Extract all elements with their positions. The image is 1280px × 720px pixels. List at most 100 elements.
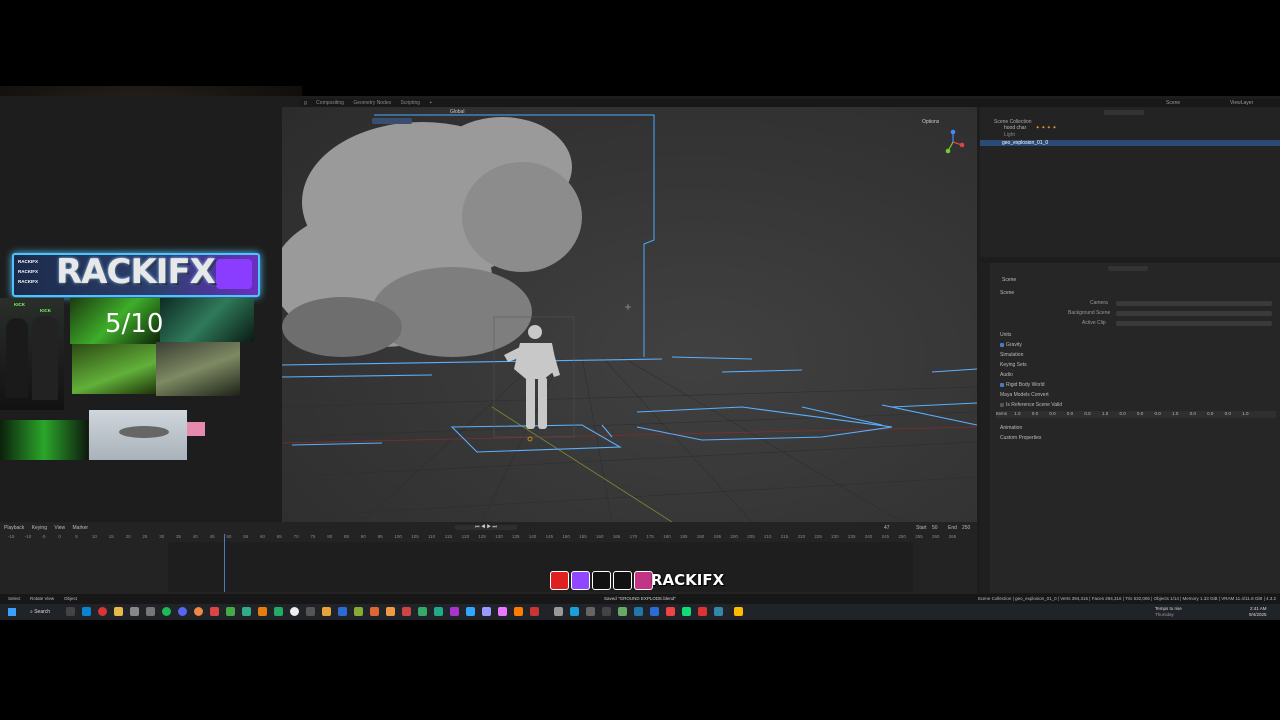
outliner-row-selected[interactable]: geo_explosion_01_0 (980, 140, 1280, 146)
chrome-icon[interactable] (194, 607, 203, 616)
steam-icon[interactable] (570, 607, 579, 616)
matrix-value[interactable]: 0.0 (1084, 411, 1090, 416)
taskbar-search[interactable]: ⌕ Search (30, 609, 50, 616)
app-icon[interactable] (714, 607, 723, 616)
app-icon[interactable] (322, 607, 331, 616)
outliner-search-input[interactable] (1104, 110, 1144, 115)
matrix-value[interactable]: 1.0 (1102, 411, 1108, 416)
3d-viewport[interactable] (282, 107, 977, 522)
end-frame-field[interactable]: 250 (962, 525, 970, 532)
select-mode-buttons[interactable] (372, 118, 412, 124)
properties-tabs[interactable] (980, 263, 990, 593)
section-scene[interactable]: Scene (1000, 290, 1014, 297)
app-icon[interactable] (146, 607, 155, 616)
section-gravity[interactable]: Gravity (1000, 342, 1022, 349)
matrix-value[interactable]: 0.0 (1207, 411, 1213, 416)
camera-field[interactable] (1116, 301, 1272, 306)
app-icon[interactable] (210, 607, 219, 616)
app-icon[interactable] (418, 607, 427, 616)
app-icon[interactable] (98, 607, 107, 616)
app-icon[interactable] (82, 607, 91, 616)
section-custom-properties[interactable]: Custom Properties (1000, 435, 1041, 442)
reference-checkbox[interactable] (1000, 402, 1004, 407)
app-icon[interactable] (734, 607, 743, 616)
frame-ruler[interactable]: -15 -10 -5 0 5 10 15 20 25 30 35 40 45 50 55 60 65 70 75 80… (0, 534, 977, 540)
app-icon[interactable] (698, 607, 707, 616)
app-icon[interactable] (586, 607, 595, 616)
menu-keying[interactable]: Keying (32, 525, 47, 531)
photoshop-icon[interactable] (466, 607, 475, 616)
start-frame-field[interactable]: 50 (932, 525, 938, 532)
navigation-gizmo[interactable] (940, 129, 966, 155)
app-icon[interactable] (290, 607, 299, 616)
rigid-body-checkbox[interactable] (1000, 382, 1004, 387)
tab-compositing[interactable]: Compositing (316, 100, 344, 106)
section-reference-scene[interactable]: Is Reference Scene Valid (1000, 402, 1062, 409)
clock-date[interactable]: 9/4/2025 (1249, 612, 1267, 618)
illustrator-icon[interactable] (514, 607, 523, 616)
spotify-icon[interactable] (162, 607, 171, 616)
app-icon[interactable] (386, 607, 395, 616)
matrix-value[interactable]: 1.0 (1172, 411, 1178, 416)
section-keying-sets[interactable]: Keying Sets (1000, 362, 1027, 369)
viewport-options-button[interactable]: Options (922, 119, 939, 126)
properties-search-input[interactable] (1108, 266, 1148, 271)
active-clip-field[interactable] (1116, 321, 1272, 326)
section-maya-models-convert[interactable]: Maya Models Convert (1000, 392, 1049, 399)
app-icon[interactable] (242, 607, 251, 616)
app-icon[interactable] (402, 607, 411, 616)
discord-icon[interactable] (178, 607, 187, 616)
app-icon[interactable] (666, 607, 675, 616)
premiere-icon[interactable] (498, 607, 507, 616)
tab-geometry-nodes[interactable]: Geometry Nodes (353, 100, 391, 106)
app-icon[interactable] (618, 607, 627, 616)
background-scene-field[interactable] (1116, 311, 1272, 316)
outliner-row[interactable]: hood char ✦ ✦ ✦ ✦ (990, 125, 1280, 131)
app-icon[interactable] (554, 607, 563, 616)
windows-start-icon[interactable] (8, 608, 16, 616)
matrix-row[interactable]: Items 1.0 0.0 0.0 0.0 0.0 1.0 0.0 0.0 0.… (996, 411, 1276, 418)
file-explorer-icon[interactable] (114, 607, 123, 616)
section-simulation[interactable]: Simulation (1000, 352, 1023, 359)
axis-gizmo-icon[interactable] (940, 129, 966, 155)
blender-icon[interactable] (258, 607, 267, 616)
matrix-value[interactable]: 0.0 (1137, 411, 1143, 416)
section-animation[interactable]: Animation (1000, 425, 1022, 432)
app-icon[interactable] (130, 607, 139, 616)
matrix-value[interactable]: 0.0 (1067, 411, 1073, 416)
app-icon[interactable] (634, 607, 643, 616)
transform-orientation-dropdown[interactable]: Global (450, 109, 464, 116)
after-effects-icon[interactable] (482, 607, 491, 616)
section-rigid-body-world[interactable]: Rigid Body World (1000, 382, 1045, 389)
gravity-checkbox[interactable] (1000, 342, 1004, 347)
outliner-row[interactable]: Light (990, 132, 1280, 138)
app-icon[interactable] (370, 607, 379, 616)
section-audio[interactable]: Audio (1000, 372, 1013, 379)
frame-range-area[interactable] (168, 542, 913, 592)
app-icon[interactable] (530, 607, 539, 616)
app-icon[interactable] (226, 607, 235, 616)
tab-scripting[interactable]: Scripting (401, 100, 420, 106)
app-icon[interactable] (354, 607, 363, 616)
matrix-value[interactable]: 0.0 (1032, 411, 1038, 416)
matrix-value[interactable]: 1.0 (1242, 411, 1248, 416)
matrix-value[interactable]: 0.0 (1225, 411, 1231, 416)
app-icon[interactable] (274, 607, 283, 616)
playhead[interactable] (224, 534, 225, 592)
app-icon[interactable] (434, 607, 443, 616)
matrix-value[interactable]: 1.0 (1014, 411, 1020, 416)
matrix-value[interactable]: 0.0 (1190, 411, 1196, 416)
app-icon[interactable] (650, 607, 659, 616)
section-units[interactable]: Units (1000, 332, 1011, 339)
matrix-value[interactable]: 0.0 (1049, 411, 1055, 416)
3d-cursor[interactable] (625, 304, 631, 310)
add-workspace-button[interactable]: + (429, 100, 432, 106)
app-icon[interactable] (450, 607, 459, 616)
task-view-icon[interactable] (66, 607, 75, 616)
word-icon[interactable] (338, 607, 347, 616)
app-icon[interactable] (682, 607, 691, 616)
menu-playback[interactable]: Playback (4, 525, 24, 531)
matrix-value[interactable]: 0.0 (1119, 411, 1125, 416)
matrix-value[interactable]: 0.0 (1155, 411, 1161, 416)
view-layer-selector[interactable]: ViewLayer (1230, 100, 1253, 107)
